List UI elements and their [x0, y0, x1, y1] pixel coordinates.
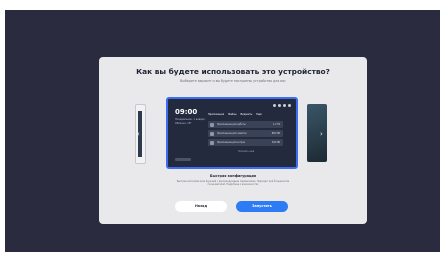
- status-dot-icon: [288, 104, 291, 107]
- preview-status-icons: [273, 104, 291, 107]
- preview-tabs: Приложения Файлы Виджеты Ещё: [208, 113, 262, 116]
- back-button[interactable]: Назад: [175, 201, 227, 212]
- app-icon: [210, 122, 214, 127]
- app-size: 860 МБ: [271, 132, 280, 135]
- status-dot-icon: [283, 104, 286, 107]
- app-size: 1.2 ГБ: [272, 123, 280, 126]
- mode-title: Быстрая конфигурация: [209, 174, 257, 178]
- status-dot-icon: [278, 104, 281, 107]
- status-dot-icon: [273, 104, 276, 107]
- preview-date: Понедельник, 1 января: [175, 118, 205, 121]
- app-name: Приложение для работы: [217, 123, 246, 126]
- preview-app-row: Приложение для работы 1.2 ГБ: [208, 121, 283, 128]
- preview-tab: Ещё: [256, 113, 262, 116]
- next-mode-card[interactable]: [307, 104, 327, 162]
- selected-mode-card[interactable]: 09:00 Понедельник, 1 января Облачно, 18°…: [166, 97, 298, 169]
- app-icon: [210, 131, 214, 136]
- app-name: Приложение для заметок: [217, 132, 247, 135]
- preview-tab: Приложения: [208, 113, 225, 116]
- preview-app-row: Приложение для встреч 540 МБ: [208, 139, 283, 146]
- app-name: Приложение для встреч: [217, 141, 246, 144]
- preview-clock: 09:00: [175, 108, 198, 116]
- start-button[interactable]: Запустить: [236, 201, 288, 212]
- chevron-right-icon[interactable]: ›: [320, 130, 323, 138]
- mode-description: Быстрая настройка всех функций с рекомен…: [176, 180, 290, 186]
- preview-tab: Виджеты: [240, 113, 253, 116]
- app-icon: [210, 140, 214, 145]
- preview-dock: [175, 158, 191, 161]
- dialog-title: Как вы будете использовать это устройств…: [136, 67, 330, 76]
- desktop-background: Как вы будете использовать это устройств…: [5, 10, 440, 252]
- preview-app-row: Приложение для заметок 860 МБ: [208, 130, 283, 137]
- setup-dialog: Как вы будете использовать это устройств…: [99, 57, 367, 224]
- preview-tab: Файлы: [228, 113, 237, 116]
- dialog-subtitle: Выберите вариант и вы будете настроены у…: [180, 79, 286, 83]
- preview-more-link: Показать ещё: [238, 150, 255, 153]
- app-size: 540 МБ: [271, 141, 280, 144]
- chevron-left-icon[interactable]: ‹: [137, 130, 140, 138]
- preview-weather: Облачно, 18°: [175, 122, 192, 125]
